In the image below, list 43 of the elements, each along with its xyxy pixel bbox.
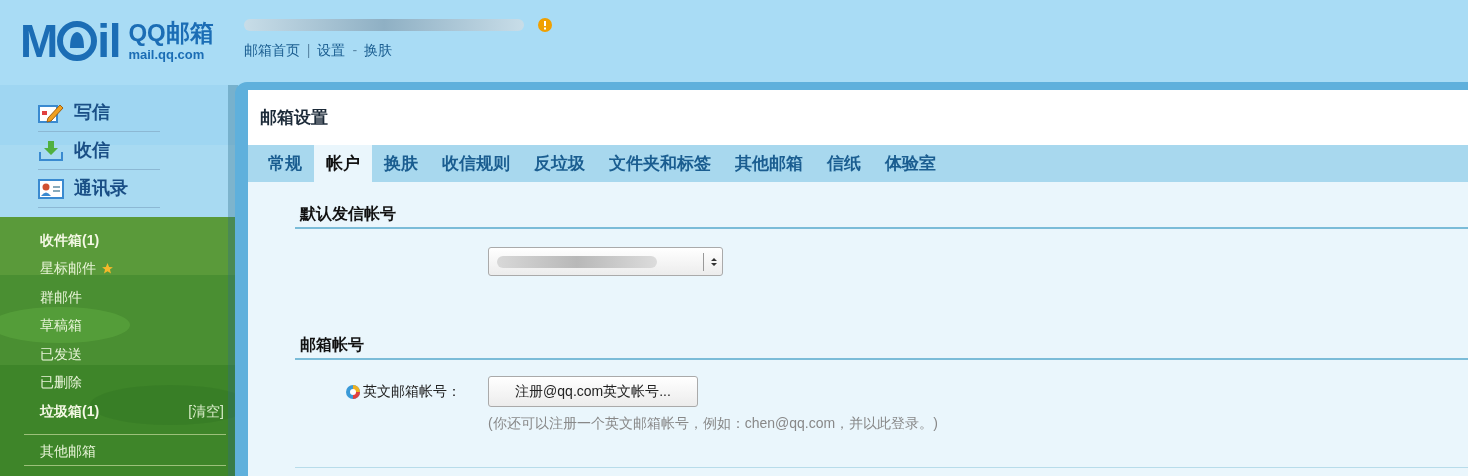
empty-trash-link[interactable]: [清空] bbox=[188, 400, 224, 422]
panel-title: 邮箱设置 bbox=[260, 106, 328, 129]
brand-name: QQ邮箱 bbox=[128, 21, 214, 45]
header-link[interactable]: 设置 bbox=[317, 40, 346, 61]
folder-item[interactable]: 已删除 bbox=[40, 372, 82, 394]
star-icon bbox=[101, 262, 114, 276]
alert-icon[interactable] bbox=[537, 18, 552, 32]
logo-text: M bbox=[20, 18, 58, 64]
folder-item[interactable]: 垃圾箱(1) bbox=[40, 400, 100, 422]
folder-item[interactable]: 草稿箱 bbox=[40, 315, 82, 337]
folder-item[interactable]: 星标邮件 bbox=[40, 258, 96, 280]
settings-tab[interactable]: 换肤 bbox=[372, 145, 430, 182]
section-heading: 邮箱帐号 bbox=[300, 336, 364, 353]
header-link[interactable]: 邮箱首页 bbox=[243, 40, 300, 61]
download-tray-icon bbox=[38, 139, 64, 162]
sidebar-action[interactable]: 通讯录 bbox=[74, 175, 128, 202]
contact-card-icon bbox=[38, 178, 64, 199]
settings-tab[interactable]: 文件夹和标签 bbox=[597, 145, 723, 182]
sidebar-action[interactable]: 写信 bbox=[74, 99, 110, 126]
settings-tab[interactable]: 体验室 bbox=[873, 145, 948, 182]
folder-item[interactable]: 其他邮箱 bbox=[40, 440, 224, 465]
link-separator: | bbox=[306, 41, 311, 60]
link-separator: - bbox=[352, 41, 358, 60]
section-heading: 默认发信帐号 bbox=[300, 205, 396, 222]
brand-domain: mail.qq.com bbox=[128, 48, 206, 61]
colorful-circle-icon bbox=[345, 383, 361, 400]
hint-text: (你还可以注册一个英文邮箱帐号，例如：chen@qq.com，并以此登录。) bbox=[488, 414, 939, 433]
settings-tab[interactable]: 常规 bbox=[256, 145, 314, 182]
account-select[interactable] bbox=[488, 247, 723, 276]
settings-tab[interactable]: 收信规则 bbox=[430, 145, 522, 182]
field-label: 英文邮箱帐号： bbox=[363, 382, 461, 401]
register-account-button[interactable]: 注册@qq.com英文帐号... bbox=[488, 376, 698, 407]
settings-tab[interactable]: 信纸 bbox=[815, 145, 873, 182]
settings-tab[interactable]: 其他邮箱 bbox=[723, 145, 815, 182]
logo-text: il bbox=[97, 18, 121, 64]
folder-item[interactable]: 收件箱(1) bbox=[40, 229, 100, 251]
settings-tab[interactable]: 帐户 bbox=[314, 145, 372, 182]
folder-item[interactable]: 已发送 bbox=[40, 343, 82, 365]
header-link[interactable]: 换肤 bbox=[364, 40, 393, 61]
folder-item[interactable]: 群邮件 bbox=[40, 286, 82, 308]
settings-tab[interactable]: 反垃圾 bbox=[522, 145, 597, 182]
sidebar-action[interactable]: 收信 bbox=[74, 137, 110, 164]
bell-logo-icon bbox=[57, 21, 98, 61]
